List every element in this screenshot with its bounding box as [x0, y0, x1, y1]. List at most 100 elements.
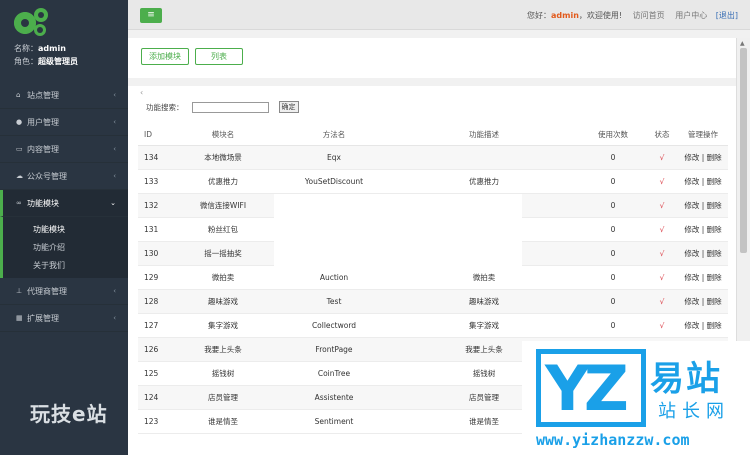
status-check-icon: √	[659, 321, 665, 330]
subnav-item-intro[interactable]: 功能介绍	[3, 238, 128, 256]
cell-uses: 0	[610, 201, 616, 210]
watermark-yz-box: YZ	[536, 349, 646, 427]
sidebar-item-content[interactable]: ▭ 内容管理 ‹	[0, 136, 128, 163]
menu-toggle-button[interactable]: ≡	[140, 8, 162, 23]
scroll-thumb[interactable]	[740, 48, 747, 253]
add-module-button[interactable]: 添加模块	[141, 48, 189, 65]
sidebar-item-label: 功能模块	[27, 198, 59, 208]
row-actions[interactable]: 修改 | 删除	[678, 296, 728, 307]
status-check-icon: √	[659, 177, 665, 186]
header-status: 状态	[654, 130, 670, 139]
welcome-text: ，欢迎使用!	[578, 11, 623, 20]
cell-id: 127	[144, 321, 159, 330]
cell-name: 微信连接WIFI	[199, 201, 247, 210]
search-label: 功能搜索：	[146, 102, 184, 112]
cell-name: 微拍卖	[211, 273, 235, 282]
cell-method: FrontPage	[315, 345, 353, 354]
header-desc: 功能描述	[469, 130, 499, 139]
row-actions[interactable]: 修改 | 删除	[678, 248, 728, 259]
user-center-link[interactable]: 用户中心	[675, 11, 707, 20]
sidebar-item-users[interactable]: ● 用户管理 ‹	[0, 109, 128, 136]
status-check-icon: √	[659, 249, 665, 258]
status-check-icon: √	[659, 225, 665, 234]
watermark-text: 玩技e站	[30, 402, 108, 426]
cell-method: Assistente	[314, 393, 354, 402]
cell-desc: 优惠推力	[469, 177, 499, 186]
cell-uses: 0	[610, 249, 616, 258]
chevron-left-icon: ‹	[113, 118, 116, 126]
cell-method: Eqx	[327, 153, 341, 162]
cell-method: CoinTree	[317, 369, 351, 378]
cell-id: 130	[144, 249, 159, 258]
sidebar-item-label: 公众号管理	[27, 171, 67, 181]
cell-name: 摇钱树	[211, 369, 235, 378]
cell-id: 131	[144, 225, 159, 234]
user-icon: ●	[16, 118, 23, 126]
table-row: 129 微拍卖 Auction 微拍卖 0 √ 修改 | 删除	[138, 266, 728, 290]
sidebar-item-site[interactable]: ⌂ 站点管理 ‹	[0, 82, 128, 109]
cell-name: 粉丝红包	[208, 225, 238, 234]
sidebar-subnav: 功能模块 功能介绍 关于我们	[0, 217, 128, 278]
subnav-item-modules[interactable]: 功能模块	[3, 220, 128, 238]
sidebar-item-agents[interactable]: ⊥ 代理商管理 ‹	[0, 278, 128, 305]
visit-home-link[interactable]: 访问首页	[633, 11, 665, 20]
header-uses: 使用次数	[598, 130, 628, 139]
row-actions[interactable]: 修改 | 删除	[678, 176, 728, 187]
user-role: 超级管理员	[38, 57, 78, 66]
role-label: 角色：	[14, 57, 38, 66]
home-icon: ⌂	[16, 91, 21, 99]
subnav-item-about[interactable]: 关于我们	[3, 256, 128, 274]
table-header: ID 模块名 方法名 功能描述 使用次数 状态 管理操作	[138, 124, 728, 146]
cell-method: Test	[326, 297, 342, 306]
cell-method: YouSetDiscount	[304, 177, 364, 186]
cell-id: 128	[144, 297, 159, 306]
chevron-down-icon: ⌄	[110, 199, 116, 207]
cell-uses: 0	[610, 321, 616, 330]
name-label: 名称：	[14, 44, 38, 53]
row-actions[interactable]: 修改 | 删除	[678, 272, 728, 283]
cell-uses: 0	[610, 297, 616, 306]
table-row: 128 趣味游戏 Test 趣味游戏 0 √ 修改 | 删除	[138, 290, 728, 314]
cell-name: 谁是情圣	[208, 417, 238, 426]
chevron-left-icon: ‹	[113, 314, 116, 322]
sidebar-item-label: 站点管理	[27, 90, 59, 100]
list-button[interactable]: 列表	[195, 48, 243, 65]
cell-uses: 0	[610, 153, 616, 162]
search-form: 功能搜索： 确定	[146, 101, 299, 113]
chevron-left-icon: ‹	[113, 145, 116, 153]
logout-link[interactable]: [退出]	[716, 11, 738, 20]
status-check-icon: √	[659, 273, 665, 282]
action-panel: 添加模块 列表	[128, 38, 736, 78]
scroll-up-icon[interactable]: ▲	[740, 40, 745, 47]
status-check-icon: √	[659, 201, 665, 210]
collapse-icon[interactable]: ‹	[140, 88, 143, 97]
watermark-cn-big: 易站	[650, 359, 722, 399]
sidebar-item-extensions[interactable]: ▦ 扩展管理 ‹	[0, 305, 128, 332]
row-actions[interactable]: 修改 | 删除	[678, 200, 728, 211]
table-row: 127 集字游戏 Collectword 集字游戏 0 √ 修改 | 删除	[138, 314, 728, 338]
search-input[interactable]	[191, 101, 269, 113]
header-ops: 管理操作	[688, 130, 718, 139]
grid-icon: ▦	[16, 314, 23, 322]
sidebar: 名称：admin 角色：超级管理员 ⌂ 站点管理 ‹ ● 用户管理 ‹ ▭ 内容…	[0, 0, 128, 455]
search-submit-button[interactable]: 确定	[278, 101, 299, 113]
content-icon: ▭	[16, 145, 23, 153]
row-actions[interactable]: 修改 | 删除	[678, 224, 728, 235]
cell-id: 134	[144, 153, 159, 162]
top-bar: ≡ 您好：admin，欢迎使用! 访问首页 用户中心 [退出]	[128, 0, 750, 30]
cell-name: 本地微场景	[204, 153, 242, 162]
row-actions[interactable]: 修改 | 删除	[678, 320, 728, 331]
status-check-icon: √	[659, 297, 665, 306]
row-actions[interactable]: 修改 | 删除	[678, 152, 728, 163]
cell-method: Collectword	[311, 321, 357, 330]
gears-logo-icon	[14, 8, 50, 38]
sidebar-item-modules[interactable]: ∞ 功能模块 ⌄	[0, 190, 128, 217]
cell-uses: 0	[610, 225, 616, 234]
cell-uses: 0	[610, 273, 616, 282]
greeting-text: 您好：	[526, 11, 551, 20]
link-icon: ∞	[16, 199, 22, 207]
sidebar-user-info: 名称：admin 角色：超级管理员	[14, 42, 128, 68]
cell-id: 124	[144, 393, 159, 402]
cell-desc: 趣味游戏	[469, 297, 499, 306]
sidebar-item-wechat[interactable]: ☁ 公众号管理 ‹	[0, 163, 128, 190]
